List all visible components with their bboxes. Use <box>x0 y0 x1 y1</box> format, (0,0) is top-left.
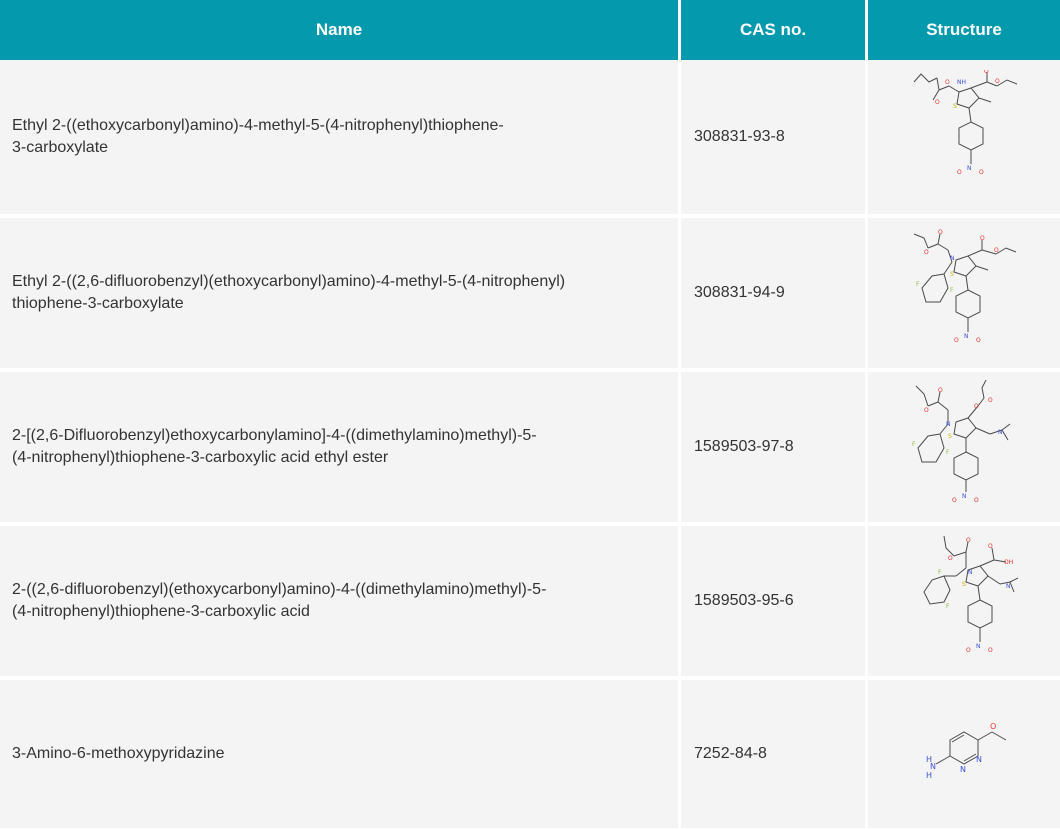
svg-text:O: O <box>995 78 1000 85</box>
chemical-structure-icon: O O NH O O S N O O <box>913 70 1018 176</box>
svg-text:O: O <box>974 403 979 410</box>
svg-text:O: O <box>954 337 959 344</box>
svg-text:O: O <box>938 387 943 394</box>
svg-text:S: S <box>948 433 952 440</box>
compound-name-line: 2-[(2,6-Difluorobenzyl)ethoxycarbonylami… <box>12 427 537 444</box>
compound-name-line: Ethyl 2-((ethoxycarbonyl)amino)-4-methyl… <box>12 117 504 134</box>
svg-text:O: O <box>990 722 996 731</box>
structure-cell: O N N H N H <box>868 676 1060 828</box>
svg-text:O: O <box>957 169 962 176</box>
chemical-structure-icon: O O N F F O O N S N O O <box>912 379 1011 504</box>
svg-text:O: O <box>988 543 993 550</box>
svg-text:N: N <box>967 165 972 172</box>
svg-text:O: O <box>988 647 993 654</box>
column-header-cas[interactable]: CAS no. <box>681 0 865 60</box>
svg-text:N: N <box>1006 583 1011 590</box>
svg-text:N: N <box>930 762 936 771</box>
chemical-structure-icon: O O N F F O O S N O O <box>913 229 1017 344</box>
svg-text:O: O <box>994 247 999 254</box>
svg-text:O: O <box>938 229 943 236</box>
svg-text:F: F <box>950 287 954 294</box>
table-row: Ethyl 2-((2,6-difluorobenzyl)(ethoxycarb… <box>0 214 1060 368</box>
svg-text:N: N <box>950 255 955 262</box>
svg-text:N: N <box>976 643 981 650</box>
compound-name-line: (4-nitrophenyl)thiophene-3-carboxylic ac… <box>12 449 389 466</box>
structure-cell: O O N F F O O N S N O O <box>868 368 1060 522</box>
svg-text:H: H <box>926 771 932 780</box>
column-header-structure[interactable]: Structure <box>868 0 1060 60</box>
svg-text:N: N <box>962 493 967 500</box>
compound-name-line: (4-nitrophenyl)thiophene-3-carboxylic ac… <box>12 603 310 620</box>
svg-text:O: O <box>924 249 929 256</box>
compound-name-line: 3-carboxylate <box>12 139 109 156</box>
svg-text:N: N <box>976 755 982 764</box>
compound-name-cell: 3-Amino-6-methoxypyridazine <box>0 676 678 828</box>
svg-text:O: O <box>974 497 979 504</box>
compound-name-cell: 2-[(2,6-Difluorobenzyl)ethoxycarbonylami… <box>0 368 678 522</box>
table-row: 3-Amino-6-methoxypyridazine 7252-84-8 O <box>0 676 1060 828</box>
svg-text:O: O <box>945 79 950 86</box>
svg-text:N: N <box>968 569 973 576</box>
column-header-name[interactable]: Name <box>0 0 678 60</box>
table-header-row: Name CAS no. Structure <box>0 0 1060 60</box>
svg-text:OH: OH <box>1004 559 1013 566</box>
structure-cell: O O NH O O S N O O <box>868 60 1060 214</box>
svg-text:O: O <box>966 537 971 544</box>
svg-text:O: O <box>980 235 985 242</box>
cas-number-cell: 308831-94-9 <box>681 214 865 368</box>
table-row: 2-((2,6-difluorobenzyl)(ethoxycarbonyl)a… <box>0 522 1060 676</box>
svg-text:O: O <box>924 407 929 414</box>
svg-text:F: F <box>916 281 920 288</box>
svg-text:O: O <box>948 555 953 562</box>
compound-name-cell: Ethyl 2-((ethoxycarbonyl)amino)-4-methyl… <box>0 60 678 214</box>
compound-name-line: 3-Amino-6-methoxypyridazine <box>12 745 225 762</box>
svg-text:S: S <box>962 581 966 588</box>
cas-number-cell: 308831-93-8 <box>681 60 865 214</box>
cas-number-cell: 1589503-97-8 <box>681 368 865 522</box>
svg-text:N: N <box>998 429 1003 436</box>
compound-table: Name CAS no. Structure Ethyl 2-((ethoxyc… <box>0 0 1060 828</box>
svg-text:O: O <box>988 397 993 404</box>
compound-name-cell: 2-((2,6-difluorobenzyl)(ethoxycarbonyl)a… <box>0 522 678 676</box>
svg-text:O: O <box>966 647 971 654</box>
compound-name-cell: Ethyl 2-((2,6-difluorobenzyl)(ethoxycarb… <box>0 214 678 368</box>
svg-text:O: O <box>976 337 981 344</box>
table-row: 2-[(2,6-Difluorobenzyl)ethoxycarbonylami… <box>0 368 1060 522</box>
svg-text:F: F <box>946 449 950 456</box>
chemical-structure-icon: O N N H N H <box>926 722 1007 780</box>
compound-name-line: thiophene-3-carboxylate <box>12 295 184 312</box>
svg-text:O: O <box>952 497 957 504</box>
svg-text:O: O <box>935 99 940 106</box>
svg-text:S: S <box>950 271 954 278</box>
structure-cell: O O N F F O OH N S N O O <box>868 522 1060 676</box>
svg-text:S: S <box>953 103 957 110</box>
compound-name-line: 2-((2,6-difluorobenzyl)(ethoxycarbonyl)a… <box>12 581 547 598</box>
svg-text:O: O <box>984 70 989 75</box>
chemical-structure-icon: O O N F F O OH N S N O O <box>923 535 1019 654</box>
compound-name-line: Ethyl 2-((2,6-difluorobenzyl)(ethoxycarb… <box>12 273 566 290</box>
structure-cell: O O N F F O O S N O O <box>868 214 1060 368</box>
svg-text:F: F <box>938 569 942 576</box>
svg-text:NH: NH <box>957 79 966 86</box>
svg-text:N: N <box>964 333 969 340</box>
svg-text:N: N <box>960 765 966 774</box>
svg-text:F: F <box>912 441 916 448</box>
cas-number-cell: 7252-84-8 <box>681 676 865 828</box>
table-row: Ethyl 2-((ethoxycarbonyl)amino)-4-methyl… <box>0 60 1060 214</box>
svg-text:N: N <box>946 421 951 428</box>
svg-text:F: F <box>946 603 950 610</box>
svg-text:O: O <box>979 169 984 176</box>
cas-number-cell: 1589503-95-6 <box>681 522 865 676</box>
